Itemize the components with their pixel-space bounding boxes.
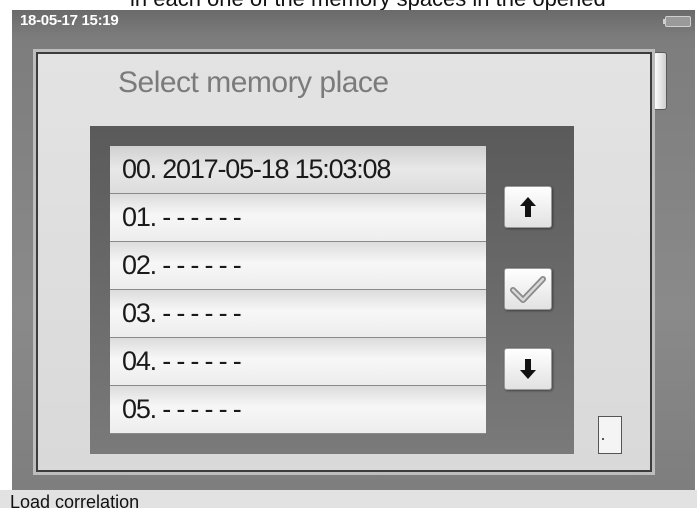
memory-slot-05[interactable]: 05. - - - - - - [110,386,486,434]
scroll-tab[interactable] [653,52,667,110]
battery-icon [663,16,691,27]
dialog-title: Select memory place [118,66,389,99]
arrow-down-icon [520,359,536,379]
device-screen: 18-05-17 15:19 Select memory place 00. 2… [12,10,695,490]
memory-slot-label: 00. 2017-05-18 15:03:08 [122,154,391,184]
memory-slot-label: 02. - - - - - - [122,250,242,280]
memory-slot-04[interactable]: 04. - - - - - - [110,338,486,386]
memory-slot-00[interactable]: 00. 2017-05-18 15:03:08 [110,146,486,194]
page-indicator-box [598,416,622,454]
scroll-down-button[interactable] [504,348,552,390]
memory-slot-label: 05. - - - - - - [122,394,242,424]
memory-slot-03[interactable]: 03. - - - - - - [110,290,486,338]
memory-slot-02[interactable]: 02. - - - - - - [110,242,486,290]
memory-slot-01[interactable]: 01. - - - - - - [110,194,486,242]
status-datetime: 18-05-17 15:19 [20,12,119,29]
memory-slot-label: 01. - - - - - - [122,202,242,232]
bottom-caption: Load correlation [0,490,697,508]
memory-slot-label: 04. - - - - - - [122,346,242,376]
status-bar: 18-05-17 15:19 [12,10,695,36]
bottom-caption-text: Load correlation [10,492,140,508]
checkmark-icon [510,276,546,303]
confirm-button[interactable] [504,268,552,310]
memory-list: 00. 2017-05-18 15:03:08 01. - - - - - - … [110,146,486,434]
select-memory-dialog: Select memory place 00. 2017-05-18 15:03… [36,52,652,472]
scroll-up-button[interactable] [504,186,552,228]
arrow-up-icon [520,197,536,217]
memory-panel: 00. 2017-05-18 15:03:08 01. - - - - - - … [90,126,622,454]
memory-slot-label: 03. - - - - - - [122,298,242,328]
